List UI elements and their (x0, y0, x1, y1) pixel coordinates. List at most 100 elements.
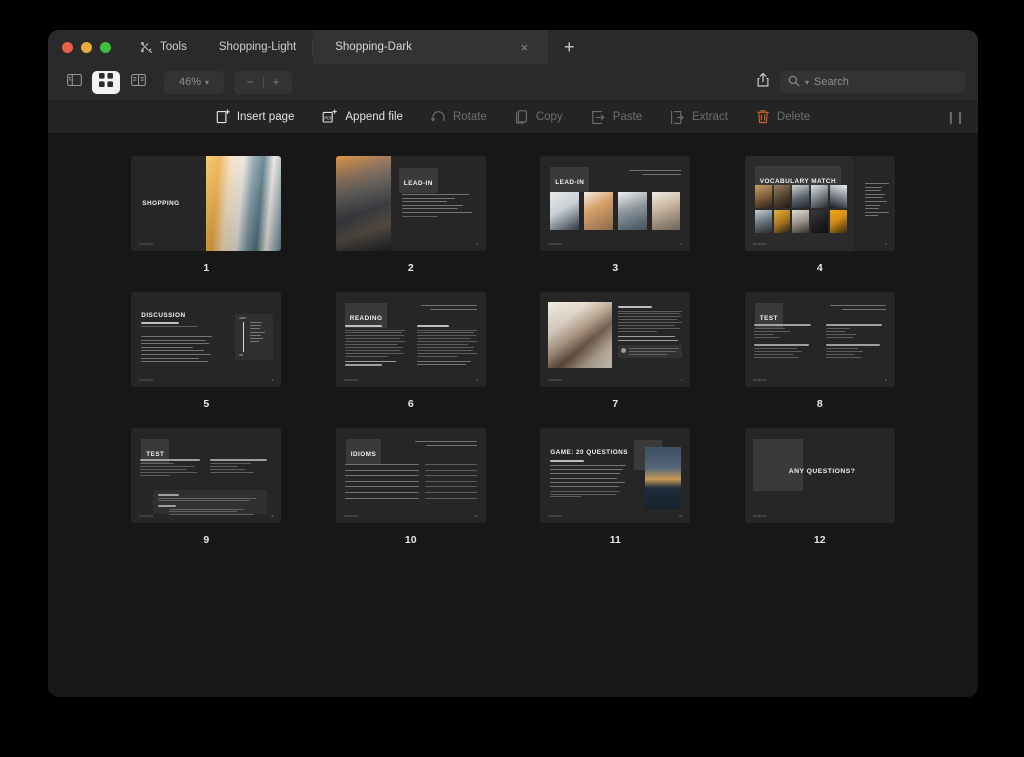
minimize-window-button[interactable] (81, 41, 92, 53)
page-cell[interactable]: SHOPPING 7 7 (513, 292, 718, 410)
page-cell[interactable]: TEST (104, 428, 309, 546)
close-window-button[interactable] (62, 41, 73, 53)
page-number: 6 (407, 398, 414, 410)
page-grid-canvas[interactable]: SHOPPING SHOPPING 1 LEAD-IN 2 2 LEAD-IN … (48, 134, 978, 697)
rotate-button[interactable]: Rotate (417, 110, 501, 124)
slide-footer: SHOPPING (548, 515, 563, 518)
page-number: 4 (816, 262, 823, 274)
page-number: 12 (813, 534, 826, 546)
page-cell[interactable]: READING SHOPPING 6 6 (309, 292, 514, 410)
page-thumbnail-10[interactable]: IDIOMS SHOPPING 10 (335, 428, 486, 523)
paste-button[interactable]: Paste (577, 110, 656, 125)
slide-title: LEAD-IN (555, 178, 585, 186)
extract-button[interactable]: Extract (656, 110, 742, 125)
page-thumbnail-9[interactable]: TEST SHOPPING 9 (131, 428, 282, 523)
page-cell[interactable]: SHOPPING SHOPPING 1 (104, 156, 309, 274)
slide-list (141, 336, 215, 363)
slide-footer: SHOPPING (752, 243, 767, 246)
page-cell[interactable]: VOCABULARY MATCH SHOPPING 4 4 (718, 156, 923, 274)
append-file-icon: PDF (322, 109, 338, 125)
slide-8: TEST SHOPPING 8 (744, 292, 895, 387)
page-thumbnail-11[interactable]: GAME: 20 QUESTIONS SHOPPING 11 (540, 428, 691, 523)
screen: Tools Shopping-Light Shopping-Dark × + 4… (0, 0, 1024, 757)
insert-page-button[interactable]: Insert page (202, 109, 309, 125)
slide-photo (335, 156, 392, 251)
tab-tools[interactable]: Tools (124, 30, 203, 64)
page-thumbnail-12[interactable]: ANY QUESTIONS? SHOPPING (744, 428, 895, 523)
insert-page-label: Insert page (236, 111, 295, 123)
page-thumbnail-5[interactable]: DISCUSSION 100% 0% SHOPPING 5 (131, 292, 282, 387)
slide-page-label: 4 (885, 242, 887, 246)
page-thumbnail-7[interactable]: SHOPPING 7 (540, 292, 691, 387)
slide-photo-row (550, 192, 681, 230)
slide-page-label: 9 (271, 514, 274, 518)
svg-text:PDF: PDF (325, 116, 334, 121)
page-cell[interactable]: GAME: 20 QUESTIONS SHOPPING 11 11 (513, 428, 718, 546)
slide-footer: SHOPPING (343, 515, 358, 518)
grid-view-button[interactable] (92, 70, 120, 94)
share-button[interactable] (746, 72, 780, 93)
new-tab-button[interactable]: + (548, 30, 590, 64)
grip-icon[interactable]: ❙❙ (946, 110, 965, 124)
slide-title: READING (349, 314, 383, 322)
zoom-level-dropdown[interactable]: 46% ▾ (164, 70, 224, 94)
slide-page-label: 5 (271, 378, 274, 382)
page-thumbnail-8[interactable]: TEST SHOPPING 8 (744, 292, 895, 387)
idiom-rows (344, 464, 477, 499)
split-view-button[interactable] (124, 71, 152, 94)
slide-text-block (618, 306, 683, 358)
slide-3: LEAD-IN SHOPPING 3 (540, 156, 691, 251)
page-thumbnail-6[interactable]: READING SHOPPING 6 (335, 292, 486, 387)
tab-tools-label: Tools (160, 41, 187, 53)
tab-shopping-light[interactable]: Shopping-Light (203, 30, 312, 64)
append-file-button[interactable]: PDF Append file (308, 109, 417, 125)
slide-photo (548, 302, 613, 368)
page-number: 11 (609, 534, 621, 546)
tab-shopping-dark[interactable]: Shopping-Dark × (313, 30, 549, 64)
slide-subtitle-block (141, 322, 209, 327)
page-thumbnail-2[interactable]: LEAD-IN 2 (335, 156, 486, 251)
slide-photo (206, 156, 282, 251)
search-chevron-down-icon[interactable]: ▾ (805, 78, 809, 87)
sidebar-view-button[interactable] (60, 71, 88, 94)
app-window: Tools Shopping-Light Shopping-Dark × + 4… (48, 30, 978, 697)
tab-shopping-dark-label: Shopping-Dark (335, 41, 412, 53)
slide-footer: SHOPPING (752, 515, 767, 518)
page-cell[interactable]: LEAD-IN SHOPPING 3 3 (513, 156, 718, 274)
page-cell[interactable]: LEAD-IN 2 2 (309, 156, 514, 274)
slide-subtext (629, 170, 682, 175)
slide-page-label: 2 (476, 242, 478, 246)
zoom-in-button[interactable]: + (273, 75, 280, 89)
page-cell[interactable]: DISCUSSION 100% 0% SHOPPING 5 5 (104, 292, 309, 410)
page-thumbnail-1[interactable]: SHOPPING SHOPPING (131, 156, 282, 251)
zoom-stepper[interactable]: − + (234, 70, 292, 94)
tools-icon (140, 41, 153, 54)
slide-footer: SHOPPING (139, 515, 154, 518)
slide-title: VOCABULARY MATCH (759, 177, 837, 185)
page-cell[interactable]: TEST (718, 292, 923, 410)
slide-title: TEST (146, 450, 165, 458)
slide-page-label: 8 (885, 378, 887, 382)
paste-label: Paste (612, 111, 643, 123)
close-icon[interactable]: × (517, 39, 533, 56)
page-thumbnail-4[interactable]: VOCABULARY MATCH SHOPPING 4 (744, 156, 895, 251)
scoring-panel (153, 490, 268, 515)
page-thumbnail-3[interactable]: LEAD-IN SHOPPING 3 (540, 156, 691, 251)
frequency-scale-panel: 100% 0% (235, 314, 274, 360)
page-action-bar: Insert page PDF Append file Rotate Copy … (48, 101, 978, 134)
delete-button[interactable]: Delete (742, 109, 824, 125)
slide-subtext (829, 305, 886, 310)
slide-12: ANY QUESTIONS? SHOPPING (744, 428, 895, 523)
slide-page-label: 6 (476, 378, 478, 382)
page-cell[interactable]: IDIOMS SHOPPING 10 10 (309, 428, 514, 546)
zoom-level-value: 46% (178, 76, 201, 88)
zoom-window-button[interactable] (100, 41, 111, 53)
copy-button[interactable]: Copy (501, 109, 577, 125)
slide-title: DISCUSSION (141, 312, 186, 319)
search-input[interactable]: ▾ Search (780, 71, 966, 93)
slide-1: SHOPPING SHOPPING (131, 156, 282, 251)
zoom-out-button[interactable]: − (246, 75, 253, 89)
share-icon (756, 72, 770, 93)
page-cell[interactable]: ANY QUESTIONS? SHOPPING 12 (718, 428, 923, 546)
slide-quiz-left (753, 324, 814, 359)
